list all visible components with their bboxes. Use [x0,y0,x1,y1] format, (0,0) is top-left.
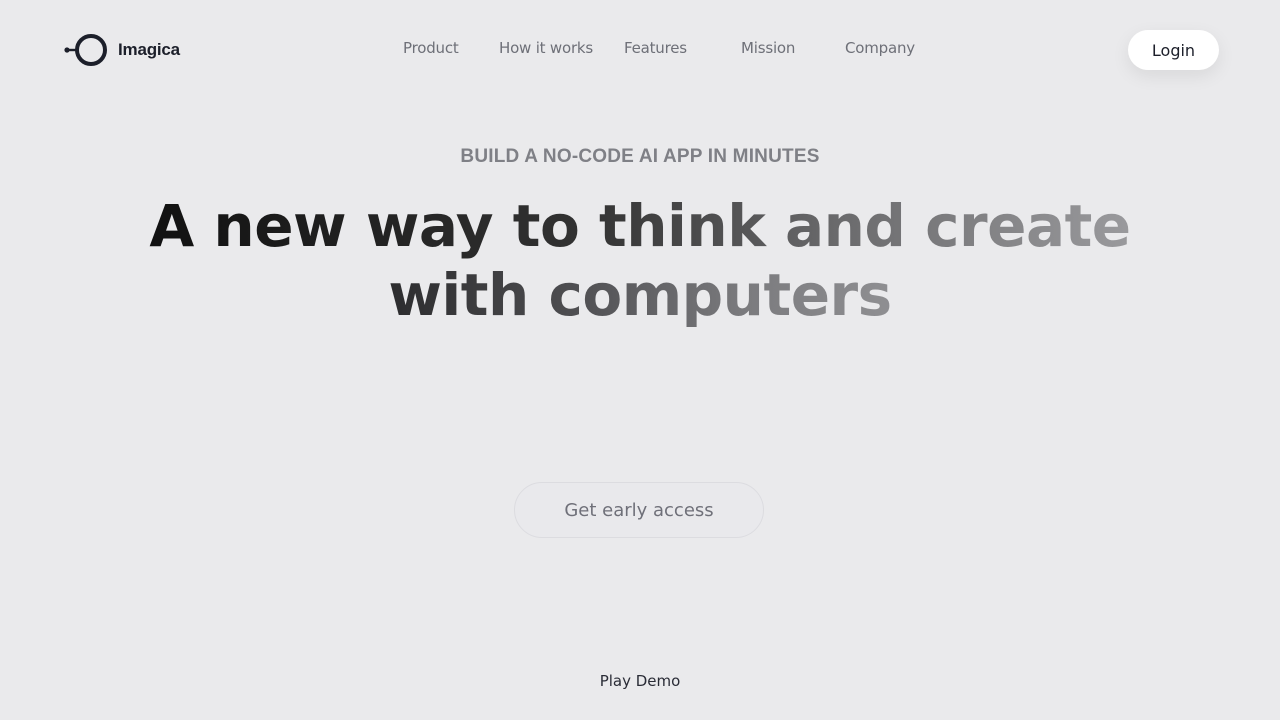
brand-logo[interactable]: Imagica [64,33,180,67]
nav-item-mission[interactable]: Mission [741,39,795,57]
hero-headline: A new way to think and create with compu… [0,192,1280,330]
nav-item-how-it-works[interactable]: How it works [499,39,593,57]
headline-line-1: A new way to think and create [149,192,1131,260]
nav-item-company[interactable]: Company [845,39,915,57]
landing-page: Imagica Product How it works Features Mi… [0,0,1280,720]
login-button[interactable]: Login [1128,30,1219,70]
play-demo-container: Play Demo [0,672,1280,690]
headline-line-2: with computers [388,261,892,329]
nav-item-product[interactable]: Product [403,39,459,57]
logo-ring-icon [64,34,107,66]
get-early-access-button[interactable]: Get early access [514,482,764,538]
play-demo-link[interactable]: Play Demo [600,672,681,690]
nav-item-features[interactable]: Features [624,39,687,57]
hero-eyebrow: BUILD A NO-CODE AI APP IN MINUTES [460,146,820,167]
brand-name: Imagica [118,40,180,59]
